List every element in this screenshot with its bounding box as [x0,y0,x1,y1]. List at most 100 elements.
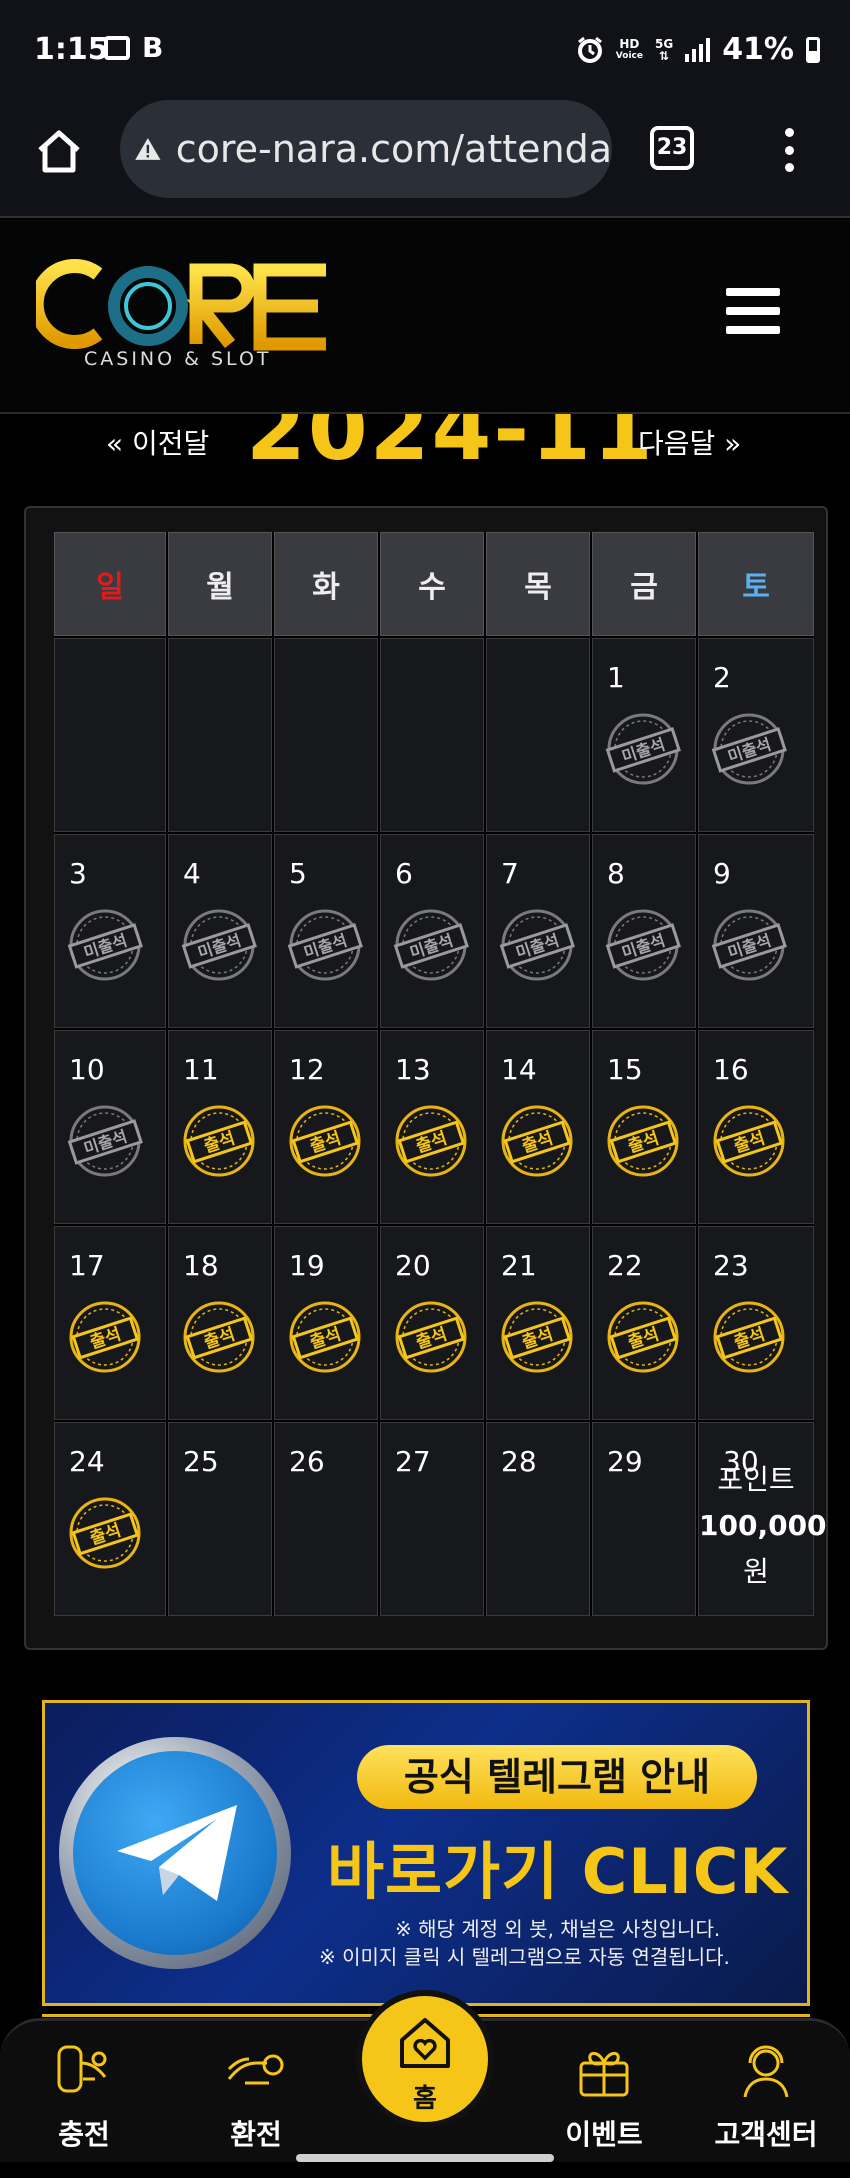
day-number: 25 [183,1445,219,1478]
absent-stamp-icon: 미출석 [605,711,681,787]
calendar-day-28[interactable]: 28 [486,1422,590,1616]
calendar-day-30[interactable]: 30 포인트 100,000 원 [698,1422,827,1616]
calendar-day-5[interactable]: 5 미출석 [274,834,378,1028]
image-notification-icon [104,36,130,60]
address-bar[interactable]: core-nara.com/attenda [120,100,612,198]
present-stamp-icon: 출석 [393,1299,469,1375]
nav-support-label: 고객센터 [714,2118,818,2151]
calendar-day-9[interactable]: 9 미출석 [698,834,814,1028]
calendar-day-4[interactable]: 4 미출석 [168,834,272,1028]
day-number: 4 [183,857,201,890]
url-text[interactable]: core-nara.com/attenda [176,127,612,171]
home-button[interactable]: 홈 [356,1990,494,2128]
calendar-day-3[interactable]: 3 미출석 [54,834,166,1028]
tab-switcher-button[interactable]: 23 [650,126,694,170]
signal-icon [685,37,711,62]
home-button-label: 홈 [413,2084,437,2114]
browser-menu-icon[interactable] [782,128,796,172]
calendar-day-21[interactable]: 21 출석 [486,1226,590,1420]
calendar-day-24[interactable]: 24 출석 [54,1422,166,1616]
status-bar: 1:15 B HD Voice 5G ⇅ 41% [0,0,850,100]
nav-withdraw[interactable]: 환전 [196,2039,316,2153]
logo-subtitle: CASINO & SLOT [84,348,272,370]
absent-stamp-icon: 미출석 [499,907,575,983]
calendar-day-8[interactable]: 8 미출석 [592,834,696,1028]
prev-month-link[interactable]: « 이전달 [106,422,209,462]
5g-label: 5G [654,36,674,51]
calendar-day-17[interactable]: 17 출석 [54,1226,166,1420]
banner-pill: 공식 텔레그램 안내 [357,1745,757,1809]
day-number: 14 [501,1053,537,1086]
absent-stamp-icon: 미출석 [67,1103,143,1179]
day-number: 16 [713,1053,749,1086]
calendar-day-23[interactable]: 23 출석 [698,1226,814,1420]
absent-stamp-icon: 미출석 [711,711,787,787]
deposit-icon [57,2045,107,2093]
point-amount: 100,000 [699,1509,827,1542]
browser-toolbar: core-nara.com/attenda 23 [0,100,850,218]
gift-icon [579,2052,629,2097]
core-logo[interactable] [36,252,336,362]
not-secure-warning-icon[interactable] [134,129,162,169]
present-stamp-icon: 출석 [181,1299,257,1375]
day-number: 8 [607,857,625,890]
hamburger-menu-icon[interactable] [726,288,780,334]
telegram-banner[interactable]: 공식 텔레그램 안내 바로가기 CLICK ※ 해당 계정 외 봇, 채널은 사… [42,1700,810,2006]
month-title: 2024-11 [246,414,655,480]
weekday-mon: 월 [168,532,272,636]
withdraw-icon [227,2054,284,2085]
present-stamp-icon: 출석 [287,1103,363,1179]
battery-percent: 41% [722,32,794,67]
day-number: 10 [69,1053,105,1086]
calendar-day-11[interactable]: 11 출석 [168,1030,272,1224]
weekday-fri: 금 [592,532,696,636]
nav-deposit-label: 충전 [58,2118,110,2151]
nav-event[interactable]: 이벤트 [544,2039,664,2153]
calendar-day-20[interactable]: 20 출석 [380,1226,484,1420]
day-number: 15 [607,1053,643,1086]
calendar-day-27[interactable]: 27 [380,1422,484,1616]
calendar-day-13[interactable]: 13 출석 [380,1030,484,1224]
present-stamp-icon: 출석 [605,1103,681,1179]
calendar-day-25[interactable]: 25 [168,1422,272,1616]
nav-deposit[interactable]: 충전 [24,2039,144,2153]
calendar-day-16[interactable]: 16 출석 [698,1030,814,1224]
day-number: 17 [69,1249,105,1282]
calendar-day-19[interactable]: 19 출석 [274,1226,378,1420]
calendar-day-29[interactable]: 29 [592,1422,696,1616]
status-right: HD Voice 5G ⇅ 41% [576,32,820,67]
present-stamp-icon: 출석 [181,1103,257,1179]
home-icon[interactable] [34,126,84,176]
day-number: 5 [289,857,307,890]
day-number: 12 [289,1053,325,1086]
calendar-empty-cell [486,638,590,832]
calendar-empty-cell [54,638,166,832]
calendar-grid: 일 월 화 수 목 금 토 1 미출석 2 미출석 3 미출석 4 미출석 5 미출석 6 미출석 7 미… [54,532,827,1616]
calendar-day-18[interactable]: 18 출석 [168,1226,272,1420]
calendar-day-15[interactable]: 15 출석 [592,1030,696,1224]
present-stamp-icon: 출석 [67,1299,143,1375]
next-month-link[interactable]: 다음달 » [638,422,741,462]
day-number: 3 [69,857,87,890]
present-stamp-icon: 출석 [605,1299,681,1375]
calendar-day-12[interactable]: 12 출석 [274,1030,378,1224]
calendar-day-2[interactable]: 2 미출석 [698,638,814,832]
support-icon [743,2045,789,2098]
calendar-day-14[interactable]: 14 출석 [486,1030,590,1224]
month-navigation: « 이전달 2024-11 다음달 » [0,414,850,494]
calendar-day-1[interactable]: 1 미출석 [592,638,696,832]
hd-label: HD [619,36,640,51]
weekday-sun: 일 [54,532,166,636]
point-label: 포인트 [717,1463,795,1496]
day-number: 9 [713,857,731,890]
nav-support[interactable]: 고객센터 [706,2039,826,2153]
calendar-day-6[interactable]: 6 미출석 [380,834,484,1028]
weekday-sat: 토 [698,532,814,636]
calendar-day-26[interactable]: 26 [274,1422,378,1616]
day-number: 11 [183,1053,219,1086]
present-stamp-icon: 출석 [711,1299,787,1375]
day-number: 22 [607,1249,643,1282]
calendar-day-7[interactable]: 7 미출석 [486,834,590,1028]
calendar-day-22[interactable]: 22 출석 [592,1226,696,1420]
calendar-day-10[interactable]: 10 미출석 [54,1030,166,1224]
